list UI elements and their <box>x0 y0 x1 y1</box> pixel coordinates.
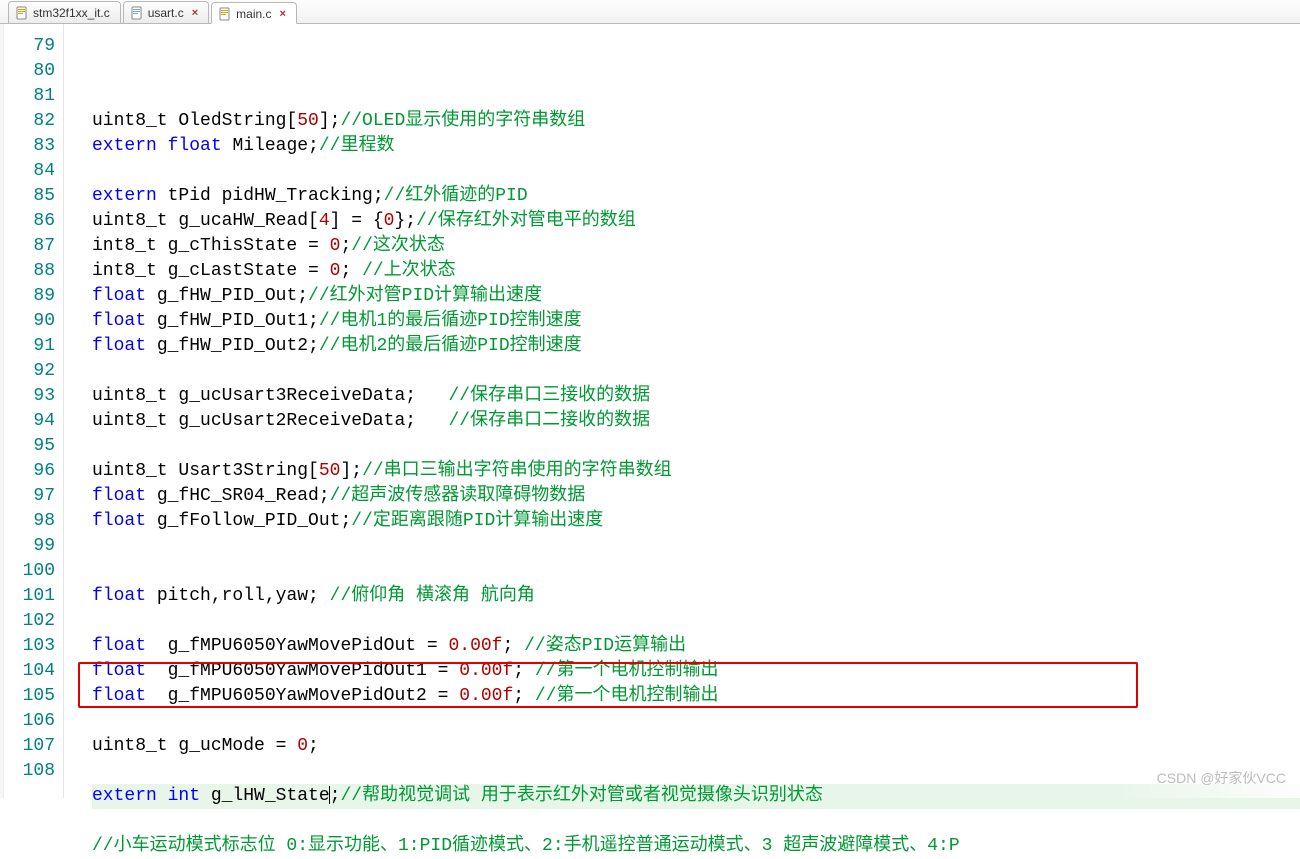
line-number: 85 <box>4 184 55 209</box>
line-number: 80 <box>4 59 55 84</box>
code-line[interactable] <box>92 809 1300 834</box>
line-number: 105 <box>4 684 55 709</box>
line-number: 107 <box>4 734 55 759</box>
close-icon[interactable]: × <box>192 7 198 19</box>
code-line[interactable] <box>92 434 1300 459</box>
line-number: 99 <box>4 534 55 559</box>
file-tab-stm32f1xx_it-c[interactable]: stm32f1xx_it.c <box>8 1 121 23</box>
code-line[interactable] <box>92 159 1300 184</box>
line-number: 84 <box>4 159 55 184</box>
line-number: 108 <box>4 759 55 784</box>
code-line[interactable]: extern int g_lHW_State;//帮助视觉调试 用于表示红外对管… <box>92 784 1300 809</box>
line-number: 104 <box>4 659 55 684</box>
code-line[interactable]: float g_fMPU6050YawMovePidOut2 = 0.00f; … <box>92 684 1300 709</box>
tab-bar: stm32f1xx_it.c usart.c × main.c × <box>0 0 1300 24</box>
code-line[interactable]: uint8_t g_ucMode = 0; <box>92 734 1300 759</box>
code-line[interactable] <box>92 709 1300 734</box>
file-icon <box>130 6 144 20</box>
code-line[interactable]: float g_fMPU6050YawMovePidOut = 0.00f; /… <box>92 634 1300 659</box>
code-line[interactable]: float g_fMPU6050YawMovePidOut1 = 0.00f; … <box>92 659 1300 684</box>
code-line[interactable]: int8_t g_cLastState = 0; //上次状态 <box>92 259 1300 284</box>
code-line[interactable]: float g_fHW_PID_Out1;//电机1的最后循迹PID控制速度 <box>92 309 1300 334</box>
file-tab-main-c[interactable]: main.c × <box>211 2 297 24</box>
code-area[interactable]: uint8_t OledString[50];//OLED显示使用的字符串数组e… <box>64 24 1300 798</box>
line-number: 83 <box>4 134 55 159</box>
line-number-gutter: 7980818283848586878889909192939495969798… <box>4 24 64 798</box>
code-line[interactable]: float g_fHC_SR04_Read;//超声波传感器读取障碍物数据 <box>92 484 1300 509</box>
line-number: 97 <box>4 484 55 509</box>
file-tab-usart-c[interactable]: usart.c × <box>123 1 209 23</box>
code-line[interactable]: uint8_t g_ucaHW_Read[4] = {0};//保存红外对管电平… <box>92 209 1300 234</box>
code-line[interactable]: int8_t g_cThisState = 0;//这次状态 <box>92 234 1300 259</box>
line-number: 106 <box>4 709 55 734</box>
code-line[interactable]: extern tPid pidHW_Tracking;//红外循迹的PID <box>92 184 1300 209</box>
code-editor[interactable]: 7980818283848586878889909192939495969798… <box>0 24 1300 798</box>
line-number: 94 <box>4 409 55 434</box>
line-number: 102 <box>4 609 55 634</box>
line-number: 90 <box>4 309 55 334</box>
code-line[interactable]: uint8_t g_ucUsart2ReceiveData; //保存串口二接收… <box>92 409 1300 434</box>
line-number: 82 <box>4 109 55 134</box>
line-number: 95 <box>4 434 55 459</box>
code-line[interactable] <box>92 359 1300 384</box>
line-number: 100 <box>4 559 55 584</box>
line-number: 79 <box>4 34 55 59</box>
line-number: 96 <box>4 459 55 484</box>
code-line[interactable]: uint8_t g_ucUsart3ReceiveData; //保存串口三接收… <box>92 384 1300 409</box>
code-line[interactable]: float g_fHW_PID_Out2;//电机2的最后循迹PID控制速度 <box>92 334 1300 359</box>
line-number: 103 <box>4 634 55 659</box>
line-number: 92 <box>4 359 55 384</box>
line-number: 88 <box>4 259 55 284</box>
line-number: 89 <box>4 284 55 309</box>
file-icon <box>218 7 232 21</box>
tab-label: stm32f1xx_it.c <box>33 6 110 20</box>
close-icon[interactable]: × <box>280 8 286 20</box>
line-number: 91 <box>4 334 55 359</box>
line-number: 93 <box>4 384 55 409</box>
code-line[interactable] <box>92 609 1300 634</box>
code-line[interactable] <box>92 534 1300 559</box>
line-number: 86 <box>4 209 55 234</box>
code-line[interactable]: float g_fHW_PID_Out;//红外对管PID计算输出速度 <box>92 284 1300 309</box>
line-number: 81 <box>4 84 55 109</box>
code-line[interactable]: extern float Mileage;//里程数 <box>92 134 1300 159</box>
code-line[interactable] <box>92 559 1300 584</box>
code-line[interactable]: uint8_t OledString[50];//OLED显示使用的字符串数组 <box>92 109 1300 134</box>
code-line[interactable]: uint8_t Usart3String[50];//串口三输出字符串使用的字符… <box>92 459 1300 484</box>
file-icon <box>15 6 29 20</box>
line-number: 87 <box>4 234 55 259</box>
tab-label: usart.c <box>148 6 184 20</box>
code-line[interactable]: float g_fFollow_PID_Out;//定距离跟随PID计算输出速度 <box>92 509 1300 534</box>
line-number: 98 <box>4 509 55 534</box>
line-number: 101 <box>4 584 55 609</box>
code-line[interactable]: //小车运动模式标志位 0:显示功能、1:PID循迹模式、2:手机遥控普通运动模… <box>92 834 1300 859</box>
code-line[interactable]: float pitch,roll,yaw; //俯仰角 横滚角 航向角 <box>92 584 1300 609</box>
code-line[interactable] <box>92 759 1300 784</box>
tab-label: main.c <box>236 7 271 21</box>
